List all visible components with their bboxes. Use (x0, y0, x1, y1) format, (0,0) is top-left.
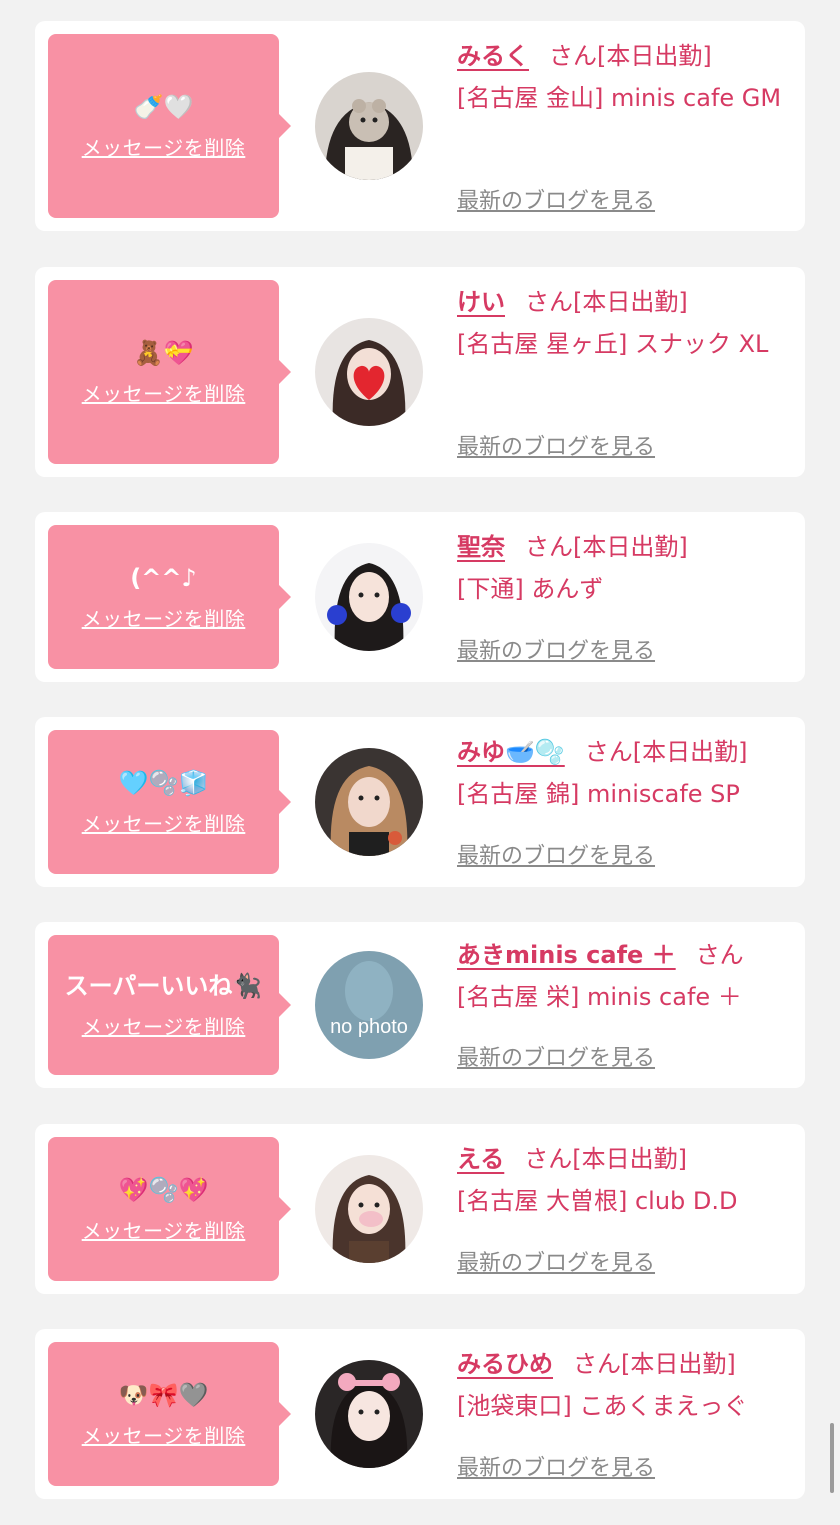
shop-name: [下通] あんず (457, 575, 604, 603)
message-text: 🧸💝 (133, 338, 194, 367)
latest-blog-link[interactable]: 最新のブログを見る (457, 183, 655, 215)
shop-name: [名古屋 星ヶ丘] スナック XL (457, 330, 769, 358)
shop-name: [名古屋 錦] miniscafe SP (457, 780, 740, 808)
work-status: [本日出勤] (573, 533, 688, 561)
shop-name: [池袋東口] こあくまえっぐ (457, 1392, 748, 1420)
cast-name-link[interactable]: みるく (457, 42, 529, 70)
work-status: [本日出勤] (597, 42, 712, 70)
latest-blog-link[interactable]: 最新のブログを見る (457, 1245, 655, 1277)
cast-name-link[interactable]: けい (457, 288, 505, 316)
message-card: 🐶🎀🩶 メッセージを削除 みるひめ さん[本日出勤] [池袋東口] こあくまえっぐ… (35, 1329, 805, 1499)
cast-name-link[interactable]: あきminis cafe ＋ (457, 941, 676, 969)
message-bubble: 🩵🫧🧊 メッセージを削除 (48, 730, 291, 874)
message-bubble: 🧸💝 メッセージを削除 (48, 280, 291, 464)
message-text: 🍼🤍 (133, 92, 194, 121)
message-card: 🩵🫧🧊 メッセージを削除 みゆ🥣🫧 さん[本日出勤] [名古屋 錦] minisc… (35, 717, 805, 887)
cast-info: あきminis cafe ＋ さん [名古屋 栄] minis cafe ＋ (457, 934, 797, 1018)
message-text: 🐶🎀🩶 (118, 1380, 209, 1409)
cast-info: みるひめ さん[本日出勤] [池袋東口] こあくまえっぐ (457, 1343, 802, 1427)
vertical-scrollbar[interactable] (830, 1423, 834, 1493)
message-text: スーパーいいね🐈‍⬛ (64, 971, 263, 1000)
message-card: 🍼🤍 メッセージを削除 みるく さん[本日出勤] [名古屋 金山] minis c… (35, 21, 805, 231)
avatar[interactable] (315, 318, 423, 426)
delete-message-link[interactable]: メッセージを削除 (82, 603, 246, 632)
profile-photo-icon (315, 543, 423, 651)
cast-info: けい さん[本日出勤] [名古屋 星ヶ丘] スナック XL (457, 281, 797, 365)
honorific: さん (549, 42, 597, 70)
message-bubble: (^^♪ メッセージを削除 (48, 525, 291, 669)
work-status: [本日出勤] (572, 1145, 688, 1173)
delete-message-link[interactable]: メッセージを削除 (82, 1011, 246, 1040)
avatar[interactable] (315, 72, 423, 180)
avatar[interactable] (315, 1360, 423, 1468)
honorific: さん (573, 1350, 621, 1378)
delete-message-link[interactable]: メッセージを削除 (82, 808, 246, 837)
cast-name-link[interactable]: える (457, 1145, 504, 1173)
message-text: 🩵🫧🧊 (118, 768, 209, 797)
avatar[interactable] (315, 1155, 423, 1263)
shop-name: [名古屋 金山] minis cafe GM (457, 84, 782, 112)
honorific: さん (524, 1145, 573, 1173)
honorific: さん (525, 533, 573, 561)
delete-message-link[interactable]: メッセージを削除 (82, 132, 246, 161)
message-card: (^^♪ メッセージを削除 聖奈 さん[本日出勤] [下通] あんず 最新のブログ… (35, 512, 805, 682)
honorific: さん (525, 288, 573, 316)
avatar[interactable]: no photo (315, 951, 423, 1059)
delete-message-link[interactable]: メッセージを削除 (82, 1420, 246, 1449)
message-card: 💖🫧💖 メッセージを削除 える さん[本日出勤] [名古屋 大曽根] club D… (35, 1124, 805, 1294)
work-status: [本日出勤] (632, 738, 748, 766)
cast-name-link[interactable]: みるひめ (457, 1350, 553, 1378)
latest-blog-link[interactable]: 最新のブログを見る (457, 633, 655, 665)
message-bubble: 💖🫧💖 メッセージを削除 (48, 1137, 291, 1281)
message-card: スーパーいいね🐈‍⬛ メッセージを削除 no photo あきminis caf… (35, 922, 805, 1088)
message-bubble: 🍼🤍 メッセージを削除 (48, 34, 291, 218)
cast-info: みるく さん[本日出勤] [名古屋 金山] minis cafe GM (457, 35, 797, 119)
latest-blog-link[interactable]: 最新のブログを見る (457, 1040, 655, 1072)
avatar[interactable] (315, 748, 423, 856)
avatar[interactable] (315, 543, 423, 651)
work-status: [本日出勤] (573, 288, 688, 316)
profile-photo-icon (315, 1360, 423, 1468)
message-text: (^^♪ (130, 563, 197, 592)
cast-info: みゆ🥣🫧 さん[本日出勤] [名古屋 錦] miniscafe SP (457, 731, 817, 815)
honorific: さん (584, 738, 633, 766)
cast-name-link[interactable]: みゆ🥣🫧 (457, 738, 565, 766)
shop-name: [名古屋 栄] minis cafe ＋ (457, 983, 742, 1011)
message-bubble: 🐶🎀🩶 メッセージを削除 (48, 1342, 291, 1486)
profile-photo-icon (315, 748, 423, 856)
delete-message-link[interactable]: メッセージを削除 (82, 378, 246, 407)
latest-blog-link[interactable]: 最新のブログを見る (457, 1450, 655, 1482)
profile-photo-icon (315, 72, 423, 180)
profile-photo-icon (315, 1155, 423, 1263)
latest-blog-link[interactable]: 最新のブログを見る (457, 838, 655, 870)
message-card: 🧸💝 メッセージを削除 けい さん[本日出勤] [名古屋 星ヶ丘] スナック XL… (35, 267, 805, 477)
message-bubble: スーパーいいね🐈‍⬛ メッセージを削除 (48, 935, 291, 1075)
latest-blog-link[interactable]: 最新のブログを見る (457, 429, 655, 461)
delete-message-link[interactable]: メッセージを削除 (82, 1215, 246, 1244)
message-text: 💖🫧💖 (118, 1175, 209, 1204)
work-status: [本日出勤] (621, 1350, 736, 1378)
shop-name: [名古屋 大曽根] club D.D (457, 1187, 738, 1215)
no-photo-label: no photo (330, 1016, 408, 1038)
cast-info: える さん[本日出勤] [名古屋 大曽根] club D.D (457, 1138, 797, 1222)
message-list: 🍼🤍 メッセージを削除 みるく さん[本日出勤] [名古屋 金山] minis c… (0, 0, 840, 1525)
cast-info: 聖奈 さん[本日出勤] [下通] あんず (457, 526, 797, 610)
honorific: さん (695, 941, 744, 969)
profile-photo-icon (315, 318, 423, 426)
cast-name-link[interactable]: 聖奈 (457, 533, 505, 561)
no-photo-icon: no photo (315, 951, 423, 1059)
